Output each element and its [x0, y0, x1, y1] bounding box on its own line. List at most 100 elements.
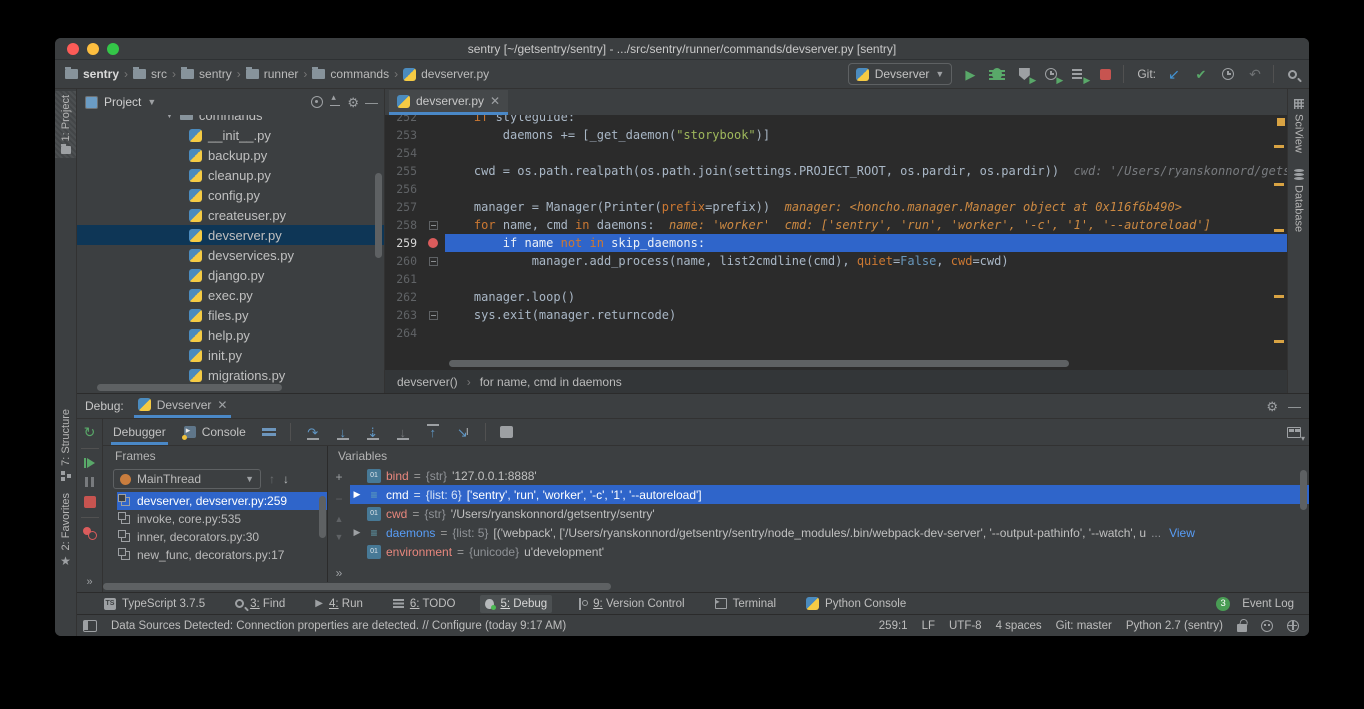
- resume-button[interactable]: [84, 458, 96, 468]
- breakpoint-icon[interactable]: [428, 238, 438, 248]
- editor-hscroll-thumb[interactable]: [449, 360, 1069, 367]
- variable-item[interactable]: ▶≡daemons = {list: 5} [('webpack', ['/Us…: [350, 523, 1309, 542]
- toolwindow-button-run[interactable]: ▶4: Run: [310, 595, 368, 613]
- globe-gear-icon[interactable]: [1287, 620, 1299, 632]
- sidebar-tab-favorites[interactable]: 2: Favorites ★: [55, 489, 76, 571]
- code-line[interactable]: 257 manager = Manager(Printer(prefix=pre…: [385, 198, 1287, 216]
- toolwindow-event-log[interactable]: Event Log: [1237, 595, 1299, 613]
- stop-button[interactable]: [1096, 65, 1114, 83]
- thread-select[interactable]: MainThread ▼: [113, 469, 261, 489]
- more-actions-button[interactable]: »: [86, 576, 92, 588]
- error-stripe-top-mark[interactable]: [1277, 118, 1285, 126]
- step-over-button[interactable]: ↷: [305, 424, 321, 440]
- error-stripe-mark[interactable]: [1274, 340, 1284, 343]
- frame-item[interactable]: invoke, core.py:535: [117, 510, 327, 528]
- code-line[interactable]: 255 cwd = os.path.realpath(os.path.join(…: [385, 162, 1287, 180]
- code-line[interactable]: 254: [385, 144, 1287, 162]
- lock-icon[interactable]: [1237, 624, 1247, 632]
- frame-item[interactable]: new_func, decorators.py:17: [117, 546, 327, 564]
- code-line[interactable]: 260 manager.add_process(name, list2cmdli…: [385, 252, 1287, 270]
- run-to-cursor-button[interactable]: ↘I: [455, 424, 471, 440]
- git-rollback-button[interactable]: ↶: [1246, 65, 1264, 83]
- close-icon[interactable]: ✕: [217, 398, 227, 412]
- breadcrumb-item[interactable]: commands: [312, 67, 389, 81]
- frame-item[interactable]: devserver, devserver.py:259: [117, 492, 327, 510]
- code-line[interactable]: 258 for name, cmd in daemons: name: 'wor…: [385, 216, 1287, 234]
- variable-item[interactable]: ▶≡cmd = {list: 6} ['sentry', 'run', 'wor…: [350, 485, 1309, 504]
- variable-item[interactable]: 01bind = {str} '127.0.0.1:8888': [350, 466, 1309, 485]
- hide-panel-icon[interactable]: —: [365, 96, 378, 109]
- tree-item[interactable]: config.py: [77, 185, 384, 205]
- close-window-button[interactable]: [67, 43, 79, 55]
- variables-scrollbar[interactable]: [1300, 470, 1307, 510]
- breadcrumb-item[interactable]: sentry: [181, 67, 232, 81]
- variable-item[interactable]: 01environment = {unicode} u'development': [350, 542, 1309, 561]
- git-update-button[interactable]: ↙: [1165, 65, 1183, 83]
- code-line[interactable]: 264: [385, 324, 1287, 342]
- move-down-button[interactable]: ▼: [335, 532, 344, 542]
- error-stripe-mark[interactable]: [1274, 145, 1284, 148]
- code-line[interactable]: 262 manager.loop(): [385, 288, 1287, 306]
- editor-tab-devserver[interactable]: devserver.py ✕: [389, 90, 508, 115]
- run-with-parameters-button[interactable]: ▶: [1069, 65, 1087, 83]
- status-item[interactable]: UTF-8: [949, 620, 982, 632]
- code-line[interactable]: 253 daemons += [_get_daemon("storybook")…: [385, 126, 1287, 144]
- tree-item[interactable]: cleanup.py: [77, 165, 384, 185]
- editor-breadcrumb-item[interactable]: for name, cmd in daemons: [480, 375, 622, 389]
- editor-breadcrumb-item[interactable]: devserver(): [397, 375, 458, 389]
- status-message[interactable]: Data Sources Detected: Connection proper…: [111, 620, 865, 632]
- expand-arrow-icon[interactable]: ▶: [352, 489, 362, 500]
- tree-item[interactable]: migrations.py: [77, 365, 384, 385]
- code-editor[interactable]: 252 if styleguide:253 daemons += [_get_d…: [385, 115, 1287, 359]
- tree-item[interactable]: django.py: [77, 265, 384, 285]
- toolwindow-button-ts[interactable]: TSTypeScript 3.7.5: [99, 595, 210, 613]
- run-with-coverage-button[interactable]: ▶: [1015, 65, 1033, 83]
- run-configuration-select[interactable]: Devserver ▼: [848, 63, 953, 85]
- zoom-window-button[interactable]: [107, 43, 119, 55]
- view-breakpoints-button[interactable]: [83, 527, 97, 539]
- toolwindow-toggle-icon[interactable]: [83, 620, 97, 632]
- tree-item[interactable]: devservices.py: [77, 245, 384, 265]
- code-line[interactable]: 256: [385, 180, 1287, 198]
- add-watch-button[interactable]: +: [335, 470, 342, 484]
- run-button[interactable]: ▶: [961, 65, 979, 83]
- status-item[interactable]: 259:1: [879, 620, 908, 632]
- toolwindow-button-vcs[interactable]: 9: Version Control: [572, 595, 689, 613]
- hide-panel-icon[interactable]: —: [1288, 400, 1301, 413]
- gear-icon[interactable]: ⚙: [347, 96, 359, 109]
- error-stripe-mark[interactable]: [1274, 229, 1284, 232]
- debug-session-tab[interactable]: Devserver ✕: [134, 394, 232, 418]
- force-step-into-button[interactable]: ↓: [395, 424, 411, 440]
- status-item[interactable]: 4 spaces: [996, 620, 1042, 632]
- breadcrumb-item[interactable]: src: [133, 67, 167, 81]
- fold-icon[interactable]: [429, 311, 438, 320]
- toolwindow-button-python[interactable]: Python Console: [801, 595, 911, 613]
- breadcrumb-item[interactable]: runner: [246, 67, 299, 81]
- debug-hscroll-thumb[interactable]: [103, 583, 611, 590]
- frames-scrollbar[interactable]: [319, 496, 326, 538]
- tab-console[interactable]: Console: [182, 419, 248, 445]
- hector-icon[interactable]: [1261, 620, 1273, 632]
- tree-item[interactable]: files.py: [77, 305, 384, 325]
- more-actions-button[interactable]: »: [336, 566, 343, 580]
- step-into-button[interactable]: ↓: [335, 424, 351, 440]
- status-item[interactable]: Git: master: [1056, 620, 1112, 632]
- toolwindow-button-debug[interactable]: 5: Debug: [480, 595, 552, 613]
- sidebar-tab-structure[interactable]: 7: Structure: [55, 405, 76, 485]
- variable-item[interactable]: 01cwd = {str} '/Users/ryanskonnord/getse…: [350, 504, 1309, 523]
- view-link[interactable]: View: [1169, 526, 1195, 540]
- gear-icon[interactable]: ⚙: [1266, 400, 1278, 413]
- error-stripe-mark[interactable]: [1274, 183, 1284, 186]
- step-out-button[interactable]: ↑: [425, 424, 441, 440]
- debug-button[interactable]: [988, 65, 1006, 83]
- tree-item[interactable]: devserver.py: [77, 225, 384, 245]
- close-icon[interactable]: ✕: [490, 94, 500, 108]
- code-line[interactable]: 261: [385, 270, 1287, 288]
- move-up-button[interactable]: ▲: [335, 514, 344, 524]
- tree-item[interactable]: createuser.py: [77, 205, 384, 225]
- tree-horizontal-scrollbar[interactable]: [97, 384, 282, 391]
- step-into-my-code-button[interactable]: ⇣: [365, 424, 381, 440]
- collapse-all-icon[interactable]: [329, 96, 341, 108]
- expand-arrow-icon[interactable]: ▶: [352, 527, 362, 538]
- tree-item[interactable]: init.py: [77, 345, 384, 365]
